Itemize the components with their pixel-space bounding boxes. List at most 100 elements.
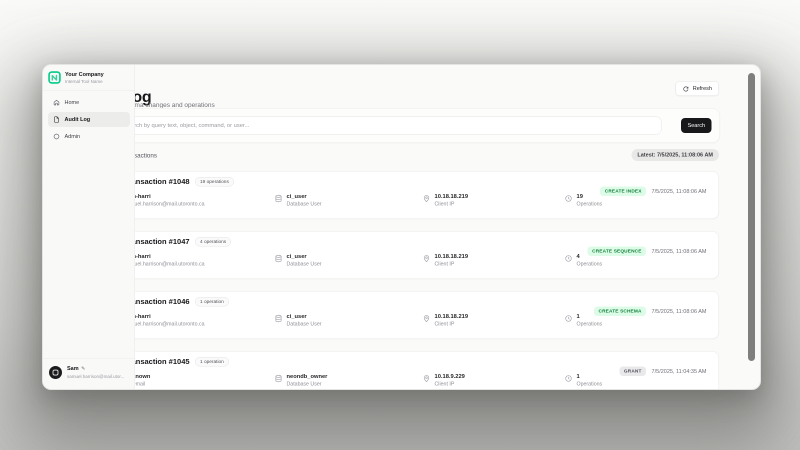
database-icon bbox=[275, 195, 283, 203]
database-icon bbox=[275, 315, 283, 323]
operations-label: Operations bbox=[577, 201, 603, 207]
transaction-card[interactable]: Transaction #1045 1 operation Unknown No… bbox=[112, 351, 719, 390]
database-icon bbox=[275, 255, 283, 263]
search-section: Search bbox=[112, 108, 720, 143]
sidebar-item-label: Audit Log bbox=[65, 117, 91, 123]
client-ip-column: 10.18.18.219 Client IP bbox=[423, 314, 469, 328]
map-pin-icon bbox=[423, 195, 431, 203]
operations-count: 19 bbox=[577, 194, 603, 200]
operations-label: Operations bbox=[577, 321, 603, 327]
clock-icon bbox=[565, 195, 573, 203]
edit-icon[interactable]: ✎ bbox=[81, 366, 85, 372]
db-user-column: ci_user Database User bbox=[275, 194, 322, 208]
client-ip-column: 10.18.18.219 Client IP bbox=[423, 254, 469, 268]
company-subtitle: Internal Tool Name bbox=[65, 79, 103, 84]
document-icon bbox=[53, 116, 60, 123]
transaction-timestamp: 7/5/2025, 11:08:06 AM bbox=[652, 248, 707, 254]
map-pin-icon bbox=[423, 375, 431, 383]
action-badge: GRANT bbox=[619, 367, 646, 377]
operations-count-pill: 1 operation bbox=[195, 357, 229, 367]
operations-count-pill: 1 operation bbox=[195, 297, 229, 307]
clock-icon bbox=[565, 315, 573, 323]
transaction-card[interactable]: Transaction #1048 19 operations sam-harr… bbox=[112, 171, 719, 219]
admin-icon bbox=[53, 133, 60, 140]
sidebar-item-home[interactable]: Home bbox=[48, 95, 130, 110]
avatar bbox=[49, 366, 62, 379]
user-email: samuel.harrison@mail.utoronto.ca bbox=[125, 201, 205, 207]
user-column: sam-harri samuel.harrison@mail.utoronto.… bbox=[125, 194, 205, 208]
sidebar-item-audit-log[interactable]: Audit Log bbox=[48, 112, 130, 127]
user-name: sam-harri bbox=[125, 194, 205, 200]
user-name: sam-harri bbox=[125, 314, 205, 320]
operations-count: 1 bbox=[577, 374, 603, 380]
refresh-icon bbox=[683, 85, 690, 92]
action-badge: CREATE SEQUENCE bbox=[588, 247, 646, 257]
transaction-card[interactable]: Transaction #1046 1 operation sam-harri … bbox=[112, 291, 719, 339]
sidebar: Your Company Internal Tool Name Home Aud… bbox=[43, 65, 135, 389]
db-user: ci_user bbox=[287, 194, 322, 200]
client-ip-column: 10.18.18.219 Client IP bbox=[423, 194, 469, 208]
db-user: ci_user bbox=[287, 314, 322, 320]
sidebar-item-label: Home bbox=[65, 100, 80, 106]
company-name: Your Company bbox=[65, 72, 104, 78]
client-ip-label: Client IP bbox=[435, 321, 469, 327]
client-ip: 10.18.18.219 bbox=[435, 194, 469, 200]
db-user-column: ci_user Database User bbox=[275, 254, 322, 268]
operations-column: 1 Operations bbox=[565, 374, 603, 388]
search-input[interactable] bbox=[117, 117, 662, 135]
clock-icon bbox=[565, 375, 573, 383]
sidebar-item-admin[interactable]: Admin bbox=[48, 129, 130, 144]
db-user-label: Database User bbox=[287, 261, 322, 267]
db-user-label: Database User bbox=[287, 321, 322, 327]
sidebar-nav: Home Audit Log Admin bbox=[48, 95, 130, 144]
client-ip: 10.18.18.219 bbox=[435, 314, 469, 320]
latest-timestamp-pill: Latest: 7/5/2025, 11:08:06 AM bbox=[631, 149, 719, 161]
transaction-timestamp: 7/5/2025, 11:04:35 AM bbox=[652, 368, 707, 374]
transaction-timestamp: 7/5/2025, 11:08:06 AM bbox=[652, 188, 707, 194]
user-name: sam-harri bbox=[125, 254, 205, 260]
search-button[interactable]: Search bbox=[681, 118, 711, 133]
operations-column: 19 Operations bbox=[565, 194, 603, 208]
company-header: Your Company Internal Tool Name bbox=[43, 65, 135, 91]
client-ip-label: Client IP bbox=[435, 201, 469, 207]
operations-label: Operations bbox=[577, 381, 603, 387]
db-user: neondb_owner bbox=[287, 374, 328, 380]
client-ip: 10.18.18.219 bbox=[435, 254, 469, 260]
action-badge: CREATE SCHEMA bbox=[594, 307, 646, 317]
user-column: sam-harri samuel.harrison@mail.utoronto.… bbox=[125, 314, 205, 328]
main-pane: Audit Log Track schema changes and opera… bbox=[43, 65, 760, 389]
user-email: samuel.harrison@mail.utoronto.ca bbox=[125, 261, 205, 267]
database-icon bbox=[275, 375, 283, 383]
sidebar-item-label: Admin bbox=[65, 134, 81, 140]
db-user-column: neondb_owner Database User bbox=[275, 374, 328, 388]
db-user-column: ci_user Database User bbox=[275, 314, 322, 328]
transaction-timestamp: 7/5/2025, 11:08:06 AM bbox=[652, 308, 707, 314]
operations-count-pill: 4 operations bbox=[195, 237, 231, 247]
map-pin-icon bbox=[423, 255, 431, 263]
client-ip: 10.18.9.229 bbox=[435, 374, 465, 380]
user-account-section[interactable]: Sam✎ samuel.harrison@mail.utor... bbox=[43, 358, 135, 389]
user-email: samuel.harrison@mail.utoronto.ca bbox=[125, 321, 205, 327]
clock-icon bbox=[565, 255, 573, 263]
refresh-label: Refresh bbox=[693, 86, 712, 92]
client-ip-label: Client IP bbox=[435, 261, 469, 267]
user-name: Sam✎ bbox=[67, 366, 85, 372]
operations-count-pill: 19 operations bbox=[195, 177, 234, 187]
client-ip-column: 10.18.9.229 Client IP bbox=[423, 374, 465, 388]
operations-label: Operations bbox=[577, 261, 603, 267]
db-user-label: Database User bbox=[287, 381, 328, 387]
home-icon bbox=[53, 99, 60, 106]
map-pin-icon bbox=[423, 315, 431, 323]
scrollbar-thumb[interactable] bbox=[748, 73, 755, 361]
company-logo-icon bbox=[48, 71, 61, 84]
client-ip-label: Client IP bbox=[435, 381, 465, 387]
action-badge: CREATE INDEX bbox=[600, 187, 646, 197]
avatar-logo-icon bbox=[53, 370, 59, 376]
db-user: ci_user bbox=[287, 254, 322, 260]
db-user-label: Database User bbox=[287, 201, 322, 207]
user-column: sam-harri samuel.harrison@mail.utoronto.… bbox=[125, 254, 205, 268]
transaction-card[interactable]: Transaction #1047 4 operations sam-harri… bbox=[112, 231, 719, 279]
refresh-button[interactable]: Refresh bbox=[676, 81, 719, 96]
user-email: samuel.harrison@mail.utor... bbox=[67, 374, 124, 379]
app-window: Audit Log Track schema changes and opera… bbox=[42, 64, 761, 390]
